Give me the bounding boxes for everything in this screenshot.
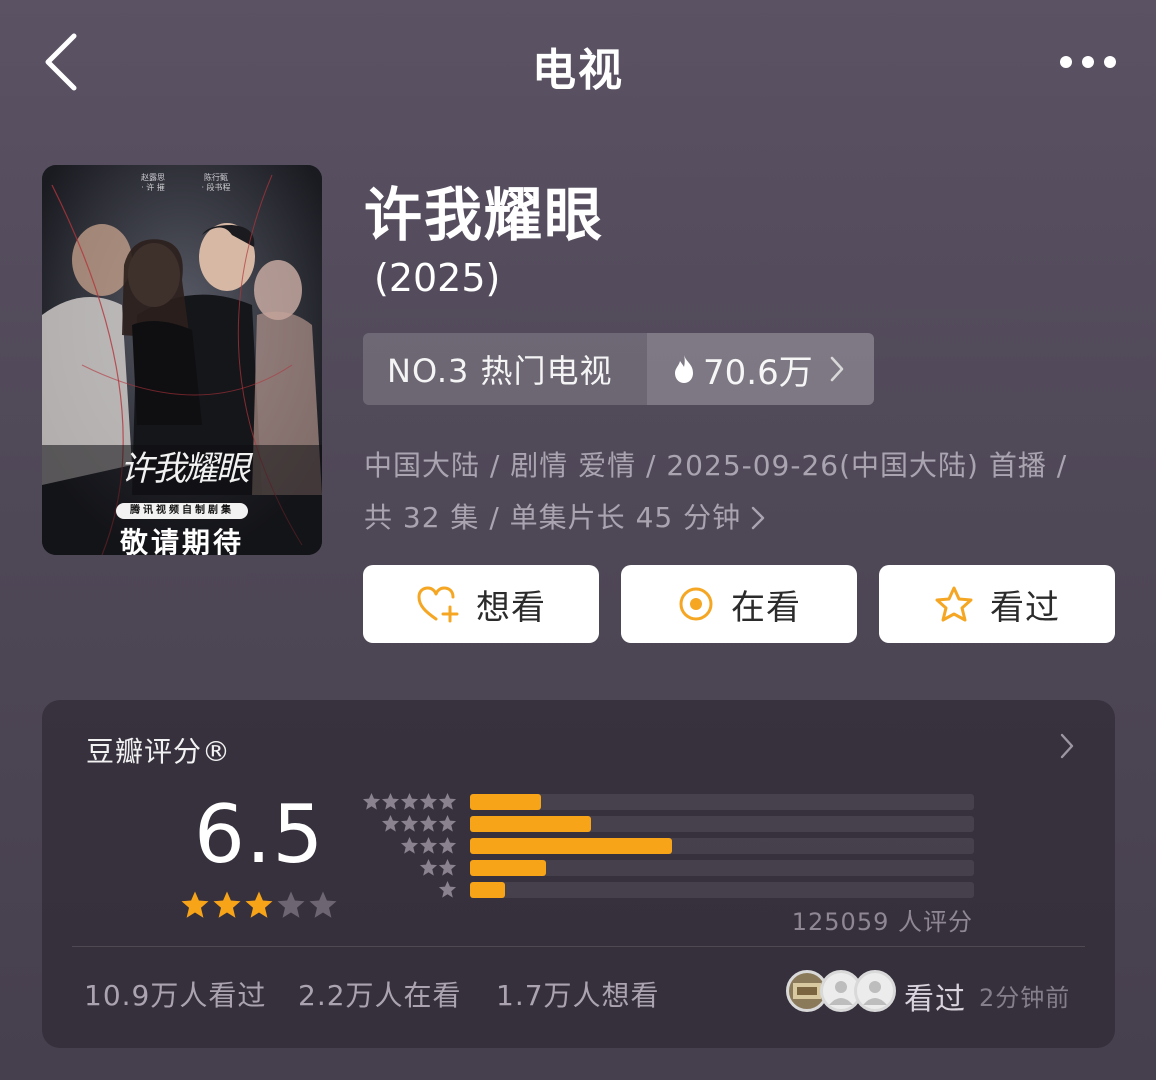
watched-label: 看过	[990, 587, 1060, 628]
poster-credit-name: 陈行甄	[204, 173, 228, 182]
show-year: (2025)	[374, 256, 501, 300]
more-dot-icon	[1082, 56, 1094, 68]
friend-avatars[interactable]	[786, 970, 898, 1012]
friend-activity-label: 看过	[904, 982, 966, 1017]
rank-label: NO.3 热门电视	[363, 333, 647, 405]
poster-artwork	[42, 165, 322, 555]
rating-bar-fill	[470, 860, 546, 876]
target-circle-icon	[679, 587, 713, 621]
more-dot-icon	[1104, 56, 1116, 68]
row-stars	[400, 836, 457, 855]
star-filled-icon	[181, 891, 209, 918]
poster-title-art: 许我耀眼	[120, 449, 250, 489]
want-to-watch-label: 想看	[476, 587, 546, 628]
stat-watched: 10.9万人看过	[84, 979, 267, 1012]
poster-tagline: 敬请期待	[119, 526, 244, 555]
star-small-icon	[438, 836, 457, 854]
friend-activity-time: 2分钟前	[979, 984, 1071, 1012]
star-small-icon	[400, 814, 419, 832]
rating-row-2-star	[357, 858, 977, 878]
poster-image[interactable]: 赵露思 · 许 摧 陈行甄 · 段书程 许我耀眼 腾讯视频自制剧集 敬请期待	[42, 165, 322, 555]
show-meta[interactable]: 中国大陆 / 剧情 爱情 / 2025-09-26(中国大陆) 首播 / 共 3…	[364, 440, 1124, 544]
heat-indicator: 70.6万	[647, 333, 874, 405]
meta-line: 共 32 集 / 单集片长 45 分钟	[364, 492, 1124, 544]
star-filled-icon	[213, 891, 241, 918]
star-small-icon	[419, 814, 438, 832]
chevron-right-icon	[1060, 733, 1074, 759]
heat-value: 70.6万	[703, 352, 813, 393]
row-stars	[362, 792, 457, 811]
poster-credit-name: 赵露思	[141, 173, 165, 182]
meta-line-text: 共 32 集 / 单集片长 45 分钟	[364, 501, 742, 534]
rating-bar-track	[470, 882, 974, 898]
rating-bar-track	[470, 794, 974, 810]
rating-row-1-star	[357, 880, 977, 900]
more-dot-icon	[1060, 56, 1072, 68]
page-title: 电视	[532, 45, 624, 96]
star-filled-icon	[245, 891, 273, 918]
more-options-button[interactable]	[1052, 50, 1116, 74]
watching-label: 在看	[731, 587, 801, 628]
avatar	[854, 970, 896, 1012]
rating-row-3-star	[357, 836, 977, 856]
star-small-icon	[381, 792, 400, 810]
star-empty-icon	[277, 891, 305, 918]
rating-score: 6.5	[194, 788, 325, 881]
star-small-icon	[438, 858, 457, 876]
flame-icon	[675, 355, 693, 383]
chevron-right-icon	[751, 506, 765, 530]
watching-button[interactable]: 在看	[621, 565, 857, 643]
rating-count: 125059 人评分	[791, 908, 973, 936]
score-stars	[180, 890, 338, 920]
watched-button[interactable]: 看过	[879, 565, 1115, 643]
stat-watching: 2.2万人在看	[298, 979, 462, 1012]
star-small-icon	[438, 880, 457, 898]
star-empty-icon	[309, 891, 337, 918]
meta-line: 中国大陆 / 剧情 爱情 / 2025-09-26(中国大陆) 首播 /	[364, 449, 1068, 482]
star-small-icon	[400, 836, 419, 854]
poster-credit-right: 陈行甄 · 段书程	[198, 173, 234, 193]
rating-row-5-star	[357, 792, 977, 812]
star-small-icon	[419, 792, 438, 810]
rating-bar-track	[470, 860, 974, 876]
rating-bar-fill	[470, 816, 591, 832]
rating-bar-track	[470, 816, 974, 832]
rating-row-4-star	[357, 814, 977, 834]
row-stars	[438, 880, 457, 899]
chevron-right-icon	[830, 356, 844, 382]
star-small-icon	[362, 792, 381, 810]
star-small-icon	[419, 836, 438, 854]
poster-credit-role: · 段书程	[201, 183, 231, 192]
star-small-icon	[381, 814, 400, 832]
row-stars	[419, 858, 457, 877]
star-outline-icon	[935, 586, 973, 622]
star-small-icon	[438, 792, 457, 810]
star-small-icon	[400, 792, 419, 810]
rating-bar-fill	[470, 838, 672, 854]
poster-credit-role: · 许 摧	[141, 183, 165, 192]
poster-badge: 腾讯视频自制剧集	[116, 503, 248, 519]
want-to-watch-button[interactable]: 想看	[363, 565, 599, 643]
rating-source-label: 豆瓣评分®	[86, 735, 232, 768]
show-title: 许我耀眼	[364, 181, 605, 249]
star-small-icon	[419, 858, 438, 876]
poster-credit-left: 赵露思 · 许 摧	[138, 173, 168, 193]
rating-bar-track	[470, 838, 974, 854]
rating-bar-fill	[470, 882, 506, 898]
rating-card[interactable]: 豆瓣评分® 6.5 125059 人评分 10.9万人看过 2.2万人在看 1.…	[42, 700, 1115, 1048]
divider	[72, 946, 1085, 947]
row-stars	[381, 814, 457, 833]
stat-want: 1.7万人想看	[496, 979, 660, 1012]
heart-plus-icon	[417, 586, 459, 623]
rank-heat-banner[interactable]: NO.3 热门电视 70.6万	[363, 333, 874, 405]
user-placeholder-icon	[863, 981, 887, 1005]
rating-bar-fill	[470, 794, 541, 810]
star-small-icon	[438, 814, 457, 832]
